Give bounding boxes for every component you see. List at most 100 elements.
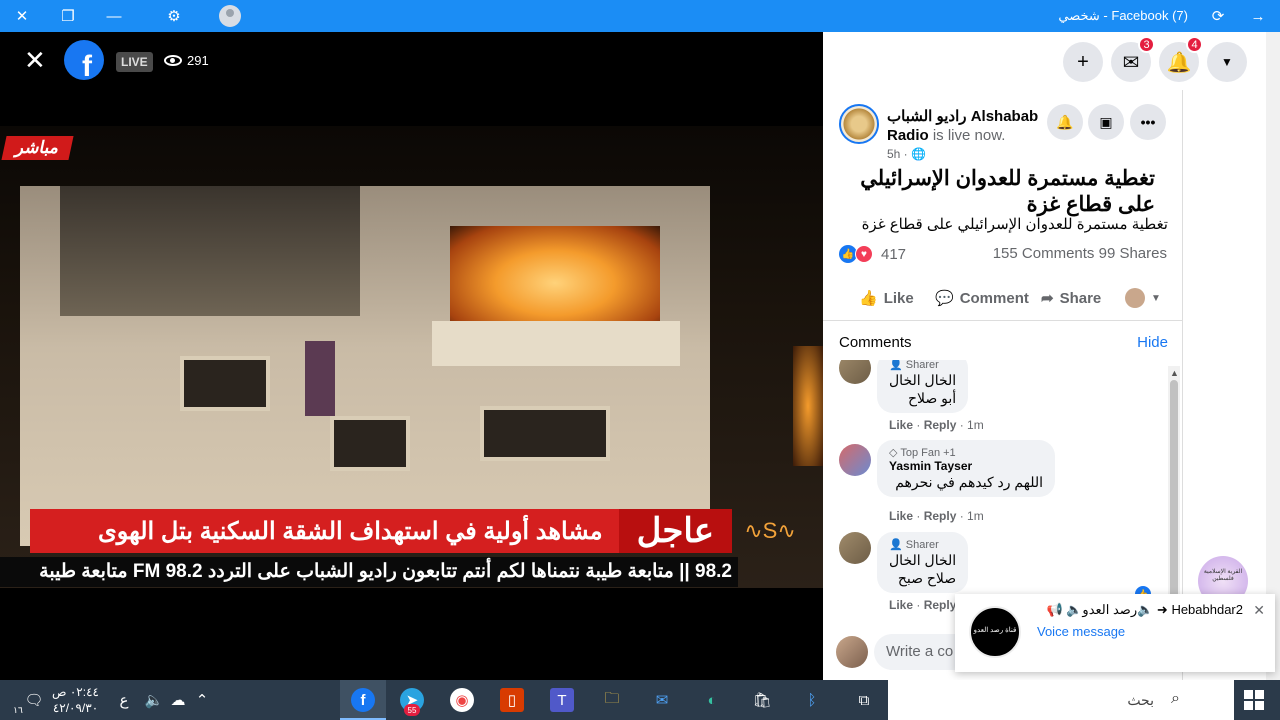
urgent-label: عاجل <box>618 509 732 553</box>
mail-app-icon[interactable]: ✉ <box>650 688 674 712</box>
avatar[interactable] <box>839 532 871 564</box>
facebook-app-icon[interactable]: f <box>351 688 375 712</box>
comment-label: Comment <box>959 289 1029 307</box>
comment-button[interactable]: 💬 Comment <box>935 289 1029 308</box>
comment-text: صلاح صبح <box>897 570 957 586</box>
hide-comments-button[interactable]: Hide <box>1137 334 1168 351</box>
radio-logo: ∿S∿ <box>740 518 800 566</box>
profile-avatar[interactable] <box>219 5 241 27</box>
create-plus-icon[interactable]: + <box>1063 42 1103 82</box>
account-menu-chevron-icon[interactable]: ▼ <box>1207 42 1247 82</box>
teams-app-icon[interactable]: T <box>550 688 574 712</box>
facebook-logo-icon[interactable]: f <box>64 40 104 80</box>
notification-count: ١٦ <box>13 704 23 715</box>
comment-reply-link[interactable]: Reply <box>924 418 957 432</box>
page-scrollbar[interactable] <box>1266 32 1280 680</box>
page-avatar[interactable] <box>839 104 879 144</box>
comment-text: اللهم رد كيدهم في نحرهم <box>895 474 1043 490</box>
window-image <box>330 416 410 471</box>
close-icon[interactable]: ✕ <box>24 47 46 73</box>
comment-author[interactable]: Yasmin Tayser <box>889 459 1043 473</box>
comment-reply-link[interactable]: Reply <box>924 598 957 612</box>
telegram-badge: 55 <box>404 704 420 716</box>
scroll-thumb[interactable] <box>1170 380 1178 620</box>
close-icon[interactable]: ✕ <box>1253 602 1265 619</box>
windows-start-icon[interactable] <box>1244 690 1264 710</box>
task-view-icon[interactable]: ⧉ <box>852 688 876 712</box>
comment-time: 1m <box>967 418 984 432</box>
comment-time: 1m <box>967 509 984 523</box>
like-label: Like <box>883 289 914 307</box>
search-placeholder: بحث <box>1127 692 1154 708</box>
avatar[interactable] <box>839 444 871 476</box>
curtain-image <box>305 341 335 416</box>
minimize-icon[interactable]: — <box>104 6 124 26</box>
sharer-badge: 👤 Sharer <box>889 360 956 371</box>
clock-time: ٠٢:٤٤ ص <box>52 685 99 699</box>
video-pane: ✕ f LIVE 291 مباشر عاجل مشاهد أولية في ا… <box>0 32 823 680</box>
post-actions: 👍 Like 💬 Comment ➦ Share ▼ <box>823 286 1183 310</box>
settings-icon[interactable]: ⚙ <box>164 6 184 26</box>
comment-reply-link[interactable]: Reply <box>924 509 957 523</box>
more-options-icon[interactable]: ••• <box>1130 104 1166 140</box>
office-app-icon[interactable]: ▯ <box>500 688 524 712</box>
messenger-icon[interactable]: ✉ 3 <box>1111 36 1155 82</box>
comment-bubble: 👤 Sharer الخال الخال أبو صلاح <box>877 360 969 413</box>
post-time: 5h · 🌐 <box>887 147 926 161</box>
badge-label: Sharer <box>905 360 939 371</box>
store-app-icon[interactable]: 🛍 <box>750 688 774 712</box>
globe-icon: 🌐 <box>911 147 926 161</box>
like-button[interactable]: 👍 Like <box>859 289 914 308</box>
viewer-count: 291 <box>164 53 209 68</box>
share-label: Share <box>1059 289 1102 307</box>
voice-message-notification[interactable]: قناة رصد العدو Hebabhdar2 ➜ 🔈رصد العدو🔈 … <box>955 594 1275 672</box>
edge-browser-icon[interactable]: ◐ <box>700 688 724 712</box>
comment-like-link[interactable]: Like <box>889 598 913 612</box>
reaction-audience-selector[interactable]: ▼ <box>1125 288 1161 308</box>
live-tag: مباشر <box>1 136 74 160</box>
bluetooth-icon[interactable]: ᛒ <box>800 688 824 712</box>
post-body: تغطية مستمرة للعدوان الإسرائيلي على قطاع… <box>861 216 1168 233</box>
comments-count[interactable]: 155 Comments <box>993 245 1095 262</box>
taskbar-search-box[interactable]: بحث ⌕ <box>888 680 1234 720</box>
share-button[interactable]: ➦ Share <box>1041 289 1102 308</box>
clock[interactable]: ٠٢:٤٤ ص ٤٢/٠٩/٣٠ <box>52 684 99 716</box>
refresh-icon[interactable]: ⟳ <box>1208 6 1228 26</box>
post-author[interactable]: راديو الشباب Alshabab Radio is live now. <box>887 107 1047 145</box>
share-icon: ➦ <box>1041 290 1054 307</box>
post-panel: راديو الشباب Alshabab Radio is live now.… <box>823 90 1183 680</box>
browser-app-icon[interactable]: ◉ <box>450 688 474 712</box>
taskbar: 🗨 ١٦ ٠٢:٤٤ ص ٤٢/٠٩/٣٠ ع 🔈 ☁ ⌃ f ➤ 55 ◉ ▯… <box>0 680 1280 720</box>
save-icon[interactable]: ▣ <box>1088 104 1124 140</box>
scroll-up-arrow-icon[interactable]: ▲ <box>1170 368 1179 378</box>
window-title-bar: ✕ ❐ — ⚙ (7) Facebook - شخصي ⟳ → <box>0 0 1280 32</box>
video-frame[interactable]: مباشر عاجل مشاهد أولية في استهداف الشقة … <box>0 126 823 588</box>
comment-like-link[interactable]: Like <box>889 509 913 523</box>
file-explorer-icon[interactable]: 🗀 <box>600 688 624 712</box>
onedrive-cloud-icon[interactable]: ☁ <box>166 688 190 712</box>
reactions-summary[interactable]: 👍 ♥ 417 <box>839 245 906 263</box>
comment-actions: Like · Reply <box>889 598 957 612</box>
shares-count[interactable]: 99 Shares <box>1099 245 1167 262</box>
clock-date: ٤٢/٠٩/٣٠ <box>52 701 99 715</box>
reactions-count: 417 <box>881 245 907 263</box>
follow-bell-icon[interactable]: 🔔 <box>1047 104 1083 140</box>
avatar[interactable] <box>839 360 871 384</box>
news-headline: مشاهد أولية في استهداف الشقة السكنية بتل… <box>97 517 603 545</box>
post-time-value: 5h · <box>887 147 908 161</box>
close-window-icon[interactable]: ✕ <box>12 6 32 26</box>
chevron-up-icon[interactable]: ⌃ <box>190 688 214 712</box>
comment-like-link[interactable]: Like <box>889 418 913 432</box>
volume-icon[interactable]: 🔈 <box>142 688 166 712</box>
person-icon: 👤 <box>889 360 903 371</box>
person-icon: 👤 <box>889 539 903 551</box>
restore-icon[interactable]: ❐ <box>58 6 78 26</box>
notifications-bell-icon[interactable]: 🔔 4 <box>1159 36 1203 82</box>
forward-arrow-icon[interactable]: → <box>1248 6 1268 26</box>
fire-image <box>450 226 660 321</box>
language-indicator[interactable]: ع <box>112 688 136 712</box>
burnt-wall-image <box>60 186 360 316</box>
author-name-ar[interactable]: راديو الشباب <box>887 108 967 125</box>
divider <box>823 320 1183 321</box>
love-reaction-icon: ♥ <box>855 245 873 263</box>
